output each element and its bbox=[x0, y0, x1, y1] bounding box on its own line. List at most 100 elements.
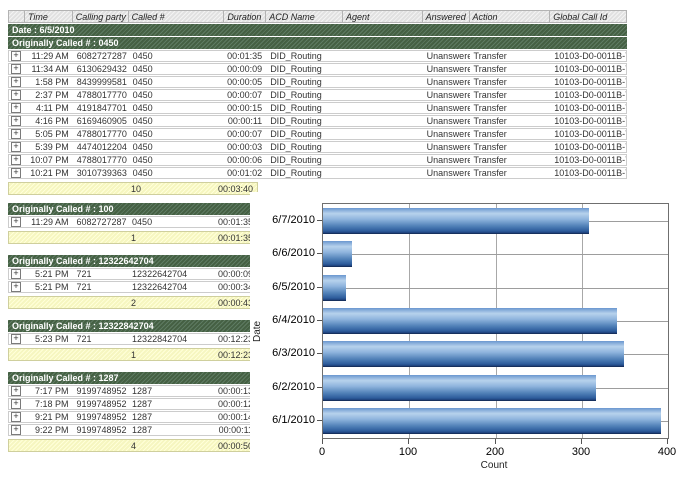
y-tick bbox=[317, 353, 322, 354]
cell-called: 0450 bbox=[129, 90, 225, 100]
expand-row-button[interactable]: + bbox=[11, 282, 21, 292]
y-tick bbox=[317, 287, 322, 288]
expand-cell: + bbox=[9, 412, 25, 422]
header-cell-duration: Duration bbox=[224, 11, 266, 22]
cell-agent bbox=[343, 77, 423, 87]
x-tick-label: 400 bbox=[658, 446, 676, 458]
x-tick-label: 300 bbox=[572, 446, 590, 458]
cell-global_id: 10103-D0-0011B-770 bbox=[550, 77, 626, 87]
group-section: Originally Called # : 1287+7:17 PM919974… bbox=[8, 372, 258, 452]
table-row: +10:07 PM4788017770045000:00:06DID_Routi… bbox=[8, 154, 627, 166]
calls-table: TimeCalling party #Called #DurationACD N… bbox=[8, 10, 627, 195]
expand-cell: + bbox=[9, 386, 25, 396]
expand-row-button[interactable]: + bbox=[11, 142, 21, 152]
group-summary-count: 1 bbox=[131, 232, 136, 245]
expand-row-button[interactable]: + bbox=[11, 334, 21, 344]
group-section: Originally Called # : 12322642704+5:21 P… bbox=[8, 255, 258, 309]
group-row: +5:23 PM7211232284270400:12:23 bbox=[8, 333, 258, 345]
x-tick bbox=[408, 439, 409, 444]
cell-acd: DID_Routing bbox=[266, 142, 343, 152]
expand-row-button[interactable]: + bbox=[11, 425, 21, 435]
group-summary: 1 00:01:35 bbox=[8, 231, 258, 244]
cell-duration: 00:01:02 bbox=[224, 168, 266, 178]
expand-row-button[interactable]: + bbox=[11, 217, 21, 227]
cell-calling: 4788017770 bbox=[73, 155, 129, 165]
bar bbox=[323, 275, 346, 301]
header-cell-acd: ACD Name bbox=[266, 11, 343, 22]
cell-time: 7:17 PM bbox=[25, 386, 73, 396]
cell-global_id: 10103-D0-0011B-768 bbox=[550, 51, 626, 61]
expand-row-button[interactable]: + bbox=[11, 269, 21, 279]
table-row: +5:05 PM4788017770045000:00:07DID_Routin… bbox=[8, 128, 627, 140]
cell-duration: 00:00:05 bbox=[224, 77, 266, 87]
cell-global_id: 10103-D0-0011B-772 bbox=[550, 103, 626, 113]
cell-duration: 00:00:07 bbox=[224, 129, 266, 139]
expand-row-button[interactable]: + bbox=[11, 77, 21, 87]
cell-called: 0450 bbox=[129, 129, 225, 139]
x-axis-title: Count bbox=[481, 460, 508, 471]
cell-action: Transfer bbox=[470, 155, 551, 165]
cell-global_id: 10103-D0-0011B-774 bbox=[550, 129, 626, 139]
table-row: +4:11 PM4191847701045000:00:15DID_Routin… bbox=[8, 102, 627, 114]
expand-row-button[interactable]: + bbox=[11, 168, 21, 178]
cell-calling: 3010739363 bbox=[73, 168, 129, 178]
expand-cell: + bbox=[9, 425, 25, 435]
cell-acd: DID_Routing bbox=[266, 155, 343, 165]
expand-cell: + bbox=[9, 77, 25, 87]
gridline-horizontal bbox=[323, 288, 668, 289]
cell-called: 0450 bbox=[129, 77, 225, 87]
header-cell-expand bbox=[9, 11, 25, 22]
expand-row-button[interactable]: + bbox=[11, 399, 21, 409]
bar bbox=[323, 208, 589, 234]
cell-calling: 4474012204 bbox=[73, 142, 129, 152]
expand-row-button[interactable]: + bbox=[11, 64, 21, 74]
expand-row-button[interactable]: + bbox=[11, 129, 21, 139]
y-tick-label: 6/6/2010 bbox=[253, 247, 315, 259]
cell-acd: DID_Routing bbox=[266, 168, 343, 178]
cell-calling: 9199748952 bbox=[73, 425, 129, 435]
calls-per-day-chart: Date 01002003004006/7/20106/6/20106/5/20… bbox=[250, 192, 676, 485]
cell-called: 1287 bbox=[128, 399, 215, 409]
cell-answered: Unanswered bbox=[423, 51, 470, 61]
group-row: +7:18 PM9199748952128700:00:12 bbox=[8, 398, 258, 410]
group-summary-duration: 00:01:35 bbox=[218, 232, 253, 245]
expand-row-button[interactable]: + bbox=[11, 51, 21, 61]
cell-time: 9:21 PM bbox=[25, 412, 73, 422]
y-tick-label: 6/5/2010 bbox=[253, 281, 315, 293]
cell-agent bbox=[343, 168, 423, 178]
expand-row-button[interactable]: + bbox=[11, 386, 21, 396]
cell-calling: 9199748952 bbox=[73, 412, 129, 422]
bar bbox=[323, 375, 596, 401]
expand-row-button[interactable]: + bbox=[11, 103, 21, 113]
x-tick bbox=[322, 439, 323, 444]
cell-action: Transfer bbox=[470, 90, 551, 100]
cell-called: 1287 bbox=[128, 386, 215, 396]
header-cell-action: Action bbox=[470, 11, 551, 22]
group-summary-count: 4 bbox=[131, 440, 136, 453]
header-cell-answered: Answered bbox=[423, 11, 470, 22]
cell-answered: Unanswered bbox=[423, 103, 470, 113]
cell-calling: 4191847701 bbox=[73, 103, 129, 113]
y-tick-label: 6/1/2010 bbox=[253, 414, 315, 426]
cell-agent bbox=[343, 116, 423, 126]
cell-called: 0450 bbox=[129, 64, 225, 74]
cell-acd: DID_Routing bbox=[266, 77, 343, 87]
group-summary-duration: 00:12:23 bbox=[218, 349, 253, 362]
expand-row-button[interactable]: + bbox=[11, 90, 21, 100]
cell-duration: 00:00:15 bbox=[224, 103, 266, 113]
expand-row-button[interactable]: + bbox=[11, 155, 21, 165]
cell-calling: 4788017770 bbox=[73, 129, 129, 139]
expand-row-button[interactable]: + bbox=[11, 412, 21, 422]
expand-row-button[interactable]: + bbox=[11, 116, 21, 126]
cell-time: 4:16 PM bbox=[25, 116, 73, 126]
table-row: +10:21 PM3010739363045000:01:02DID_Routi… bbox=[8, 167, 627, 179]
cell-agent bbox=[343, 129, 423, 139]
cell-time: 4:11 PM bbox=[25, 103, 73, 113]
cell-action: Transfer bbox=[470, 116, 551, 126]
expand-cell: + bbox=[9, 334, 25, 344]
group-summary: 200:00:43 bbox=[8, 296, 258, 309]
cell-calling: 9199748952 bbox=[73, 399, 129, 409]
cell-global_id: 10103-D0-0011B-76F bbox=[550, 64, 626, 74]
cell-time: 10:21 PM bbox=[25, 168, 73, 178]
cell-acd: DID_Routing bbox=[266, 116, 343, 126]
